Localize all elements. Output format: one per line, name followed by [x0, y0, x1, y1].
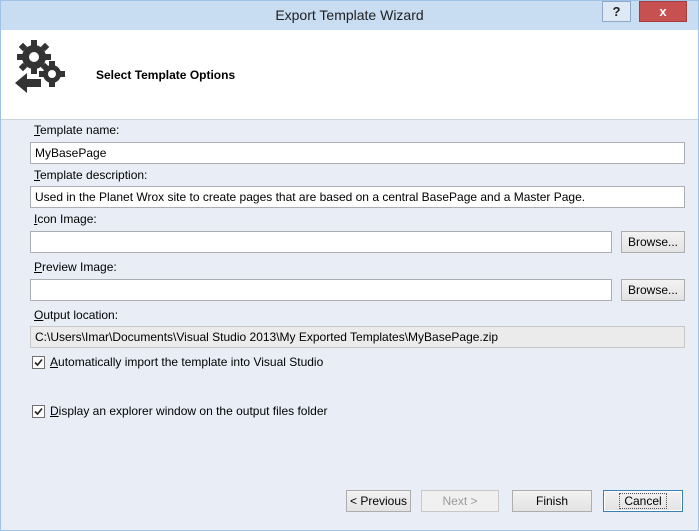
preview-image-label: Preview Image: — [34, 260, 117, 274]
auto-import-label: Automatically import the template into V… — [50, 355, 324, 369]
template-description-input[interactable]: Used in the Planet Wrox site to create p… — [30, 186, 685, 208]
title-bar: Export Template Wizard ? x — [1, 1, 698, 30]
next-button[interactable]: Next > — [421, 490, 499, 512]
icon-image-input[interactable] — [30, 231, 612, 253]
export-gears-icon — [15, 40, 65, 93]
template-name-input[interactable]: MyBasePage — [30, 142, 685, 164]
template-description-label: Template description: — [34, 168, 148, 182]
display-explorer-checkbox[interactable] — [32, 405, 45, 418]
checkmark-icon — [34, 358, 43, 367]
close-button[interactable]: x — [639, 1, 687, 22]
template-name-label: Template name: — [34, 123, 120, 137]
wizard-header: Select Template Options — [1, 30, 698, 120]
checkmark-icon — [34, 407, 43, 416]
help-button[interactable]: ? — [602, 1, 631, 22]
export-template-wizard-window: Export Template Wizard ? x Select Templa… — [0, 0, 699, 531]
preview-browse-button[interactable]: Browse... — [621, 279, 685, 301]
icon-image-label: Icon Image: — [34, 212, 97, 226]
finish-button[interactable]: Finish — [512, 490, 592, 512]
wizard-body: Template name: MyBasePage Template descr… — [1, 120, 698, 530]
display-explorer-label: Display an explorer window on the output… — [50, 404, 328, 418]
auto-import-checkbox[interactable] — [32, 356, 45, 369]
preview-image-input[interactable] — [30, 279, 612, 301]
output-location-field: C:\Users\Imar\Documents\Visual Studio 20… — [30, 326, 685, 348]
cancel-button[interactable]: Cancel — [603, 490, 683, 512]
window-title: Export Template Wizard — [275, 7, 424, 23]
previous-button[interactable]: < Previous — [346, 490, 411, 512]
output-location-label: Output location: — [34, 308, 119, 322]
page-title: Select Template Options — [96, 68, 236, 82]
icon-browse-button[interactable]: Browse... — [621, 231, 685, 253]
